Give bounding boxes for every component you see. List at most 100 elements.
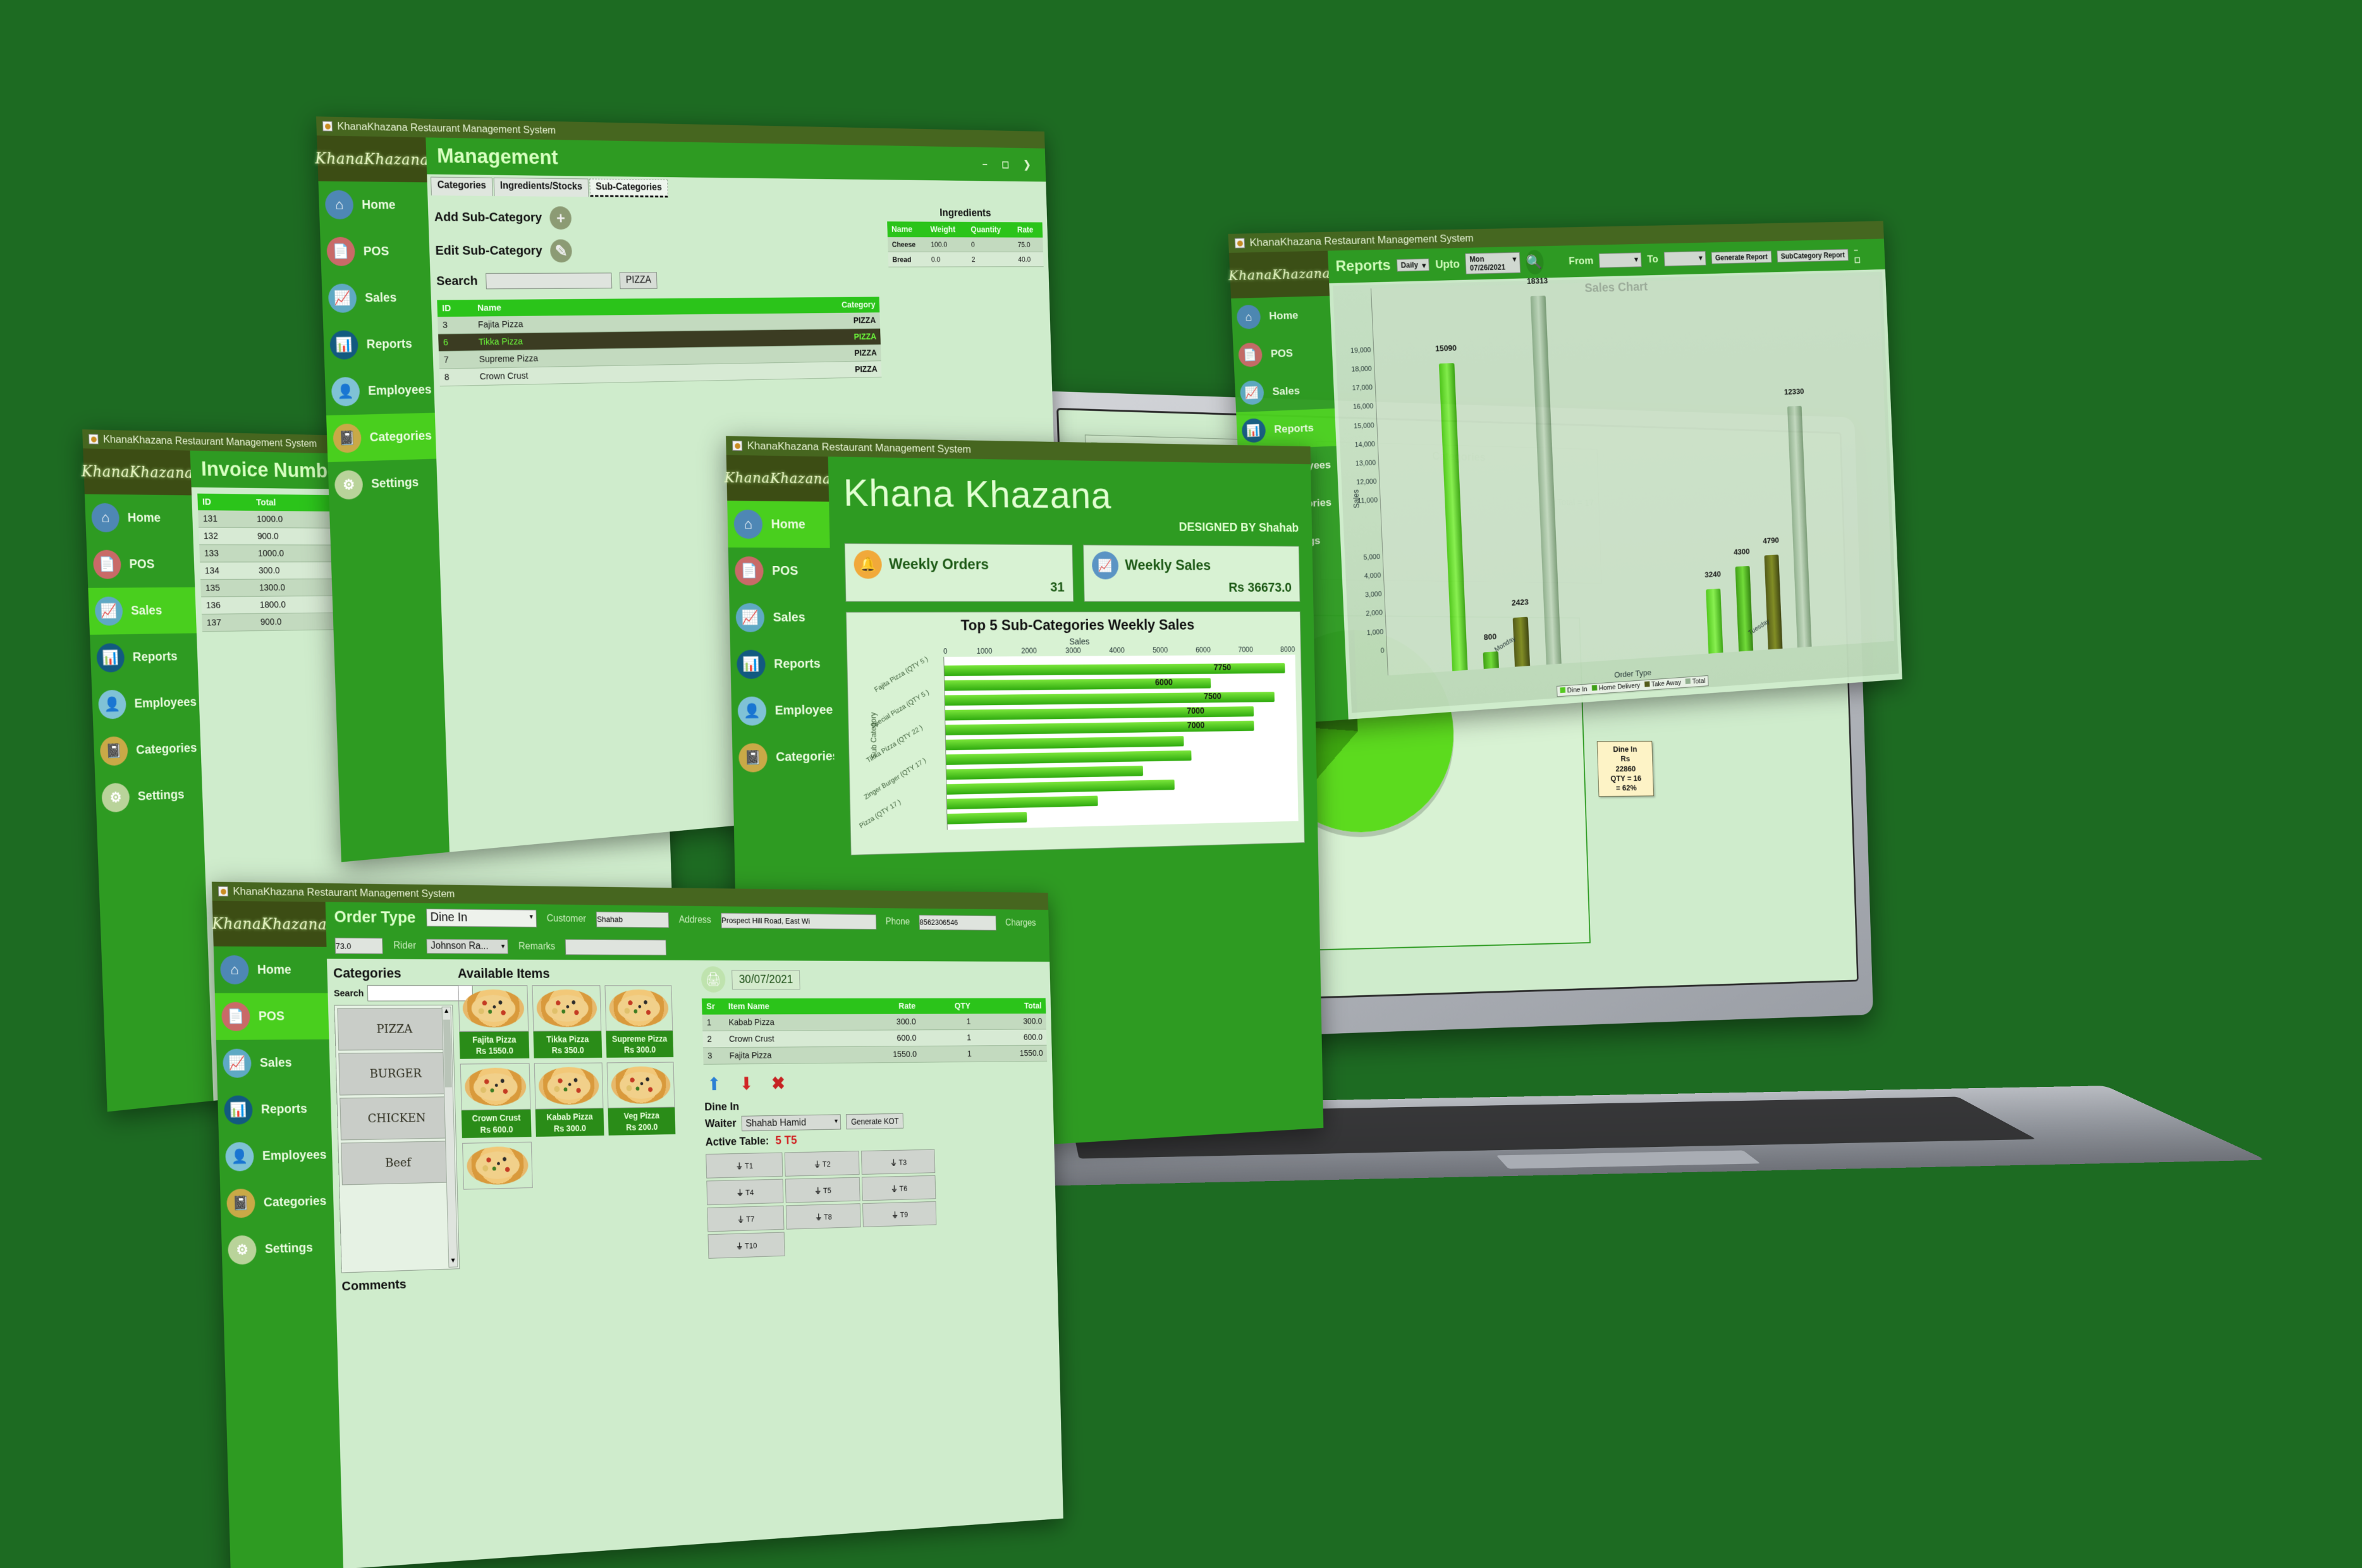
- item-card-tikka-pizza[interactable]: Tikka Pizza Rs 350.0: [532, 985, 603, 1059]
- table-button-t5[interactable]: ⏚ T5: [785, 1177, 860, 1203]
- sidebar-item-pos[interactable]: 📄 POS: [320, 228, 431, 275]
- scroll-down-arrow-icon[interactable]: ▼: [449, 1257, 457, 1267]
- table-row[interactable]: 3 Fajita Pizza 1550.0 1 1550.0: [702, 1045, 1048, 1065]
- items-grid[interactable]: Fajita Pizza Rs 1550.0 Tikka Pizza Rs 35…: [458, 985, 701, 1190]
- edit-sub-category-row[interactable]: Edit Sub-Category ✎: [435, 239, 878, 263]
- down-arrow-icon[interactable]: ⬇: [739, 1074, 753, 1094]
- sidebar-item-settings[interactable]: ⚙ Settings: [328, 459, 438, 509]
- weekly-orders-card[interactable]: 🔔 Weekly Orders 31: [844, 543, 1074, 602]
- sidebar-item-categories[interactable]: 📓 Categories: [220, 1178, 334, 1227]
- up-arrow-icon[interactable]: ⬆: [707, 1074, 721, 1095]
- sidebar-item-reports[interactable]: 📊 Reports: [730, 640, 833, 688]
- table-button-t2[interactable]: ⏚ T2: [784, 1151, 860, 1177]
- table-button-t4[interactable]: ⏚ T4: [706, 1179, 784, 1206]
- sidebar-item-reports[interactable]: 📊 Reports: [90, 633, 199, 682]
- reports-window[interactable]: KhanaKhazana Restaurant Management Syste…: [1228, 221, 1902, 727]
- upto-date-picker[interactable]: Mon 07/26/2021: [1465, 252, 1521, 274]
- sidebar-item-employees[interactable]: 👤 Employees: [92, 679, 200, 728]
- subcategory-report-button[interactable]: SubCategory Report: [1777, 248, 1849, 263]
- category-button-burger[interactable]: BURGER: [338, 1052, 453, 1096]
- sidebar-item-home[interactable]: ⌂ Home: [85, 494, 193, 541]
- sidebar-item-sales[interactable]: 📈 Sales: [321, 274, 431, 322]
- item-card-supreme-pizza[interactable]: Supreme Pizza Rs 300.0: [604, 985, 674, 1058]
- item-card-fajita-pizza[interactable]: Fajita Pizza Rs 1550.0: [458, 985, 530, 1060]
- window-controls[interactable]: – ◻ ❯: [982, 158, 1037, 171]
- weekly-sales-card[interactable]: 📈 Weekly Sales Rs 36673.0: [1082, 544, 1300, 602]
- sidebar-item-sales[interactable]: 📈 Sales: [216, 1039, 331, 1087]
- address-input[interactable]: [721, 912, 877, 929]
- sidebar-item-pos[interactable]: 📄 POS: [1233, 333, 1333, 374]
- sidebar-item-categories[interactable]: 📓 Categories: [94, 725, 202, 775]
- table-button-t1[interactable]: ⏚ T1: [706, 1152, 783, 1179]
- add-sub-category-row[interactable]: Add Sub-Category +: [434, 205, 877, 231]
- pos-sidebar[interactable]: KhanaKhazana ⌂ Home 📄 POS 📈 Sales 📊 Repo…: [212, 900, 344, 1568]
- sidebar-item-sales[interactable]: 📈 Sales: [1234, 371, 1335, 412]
- sidebar-item-home[interactable]: ⌂ Home: [214, 946, 328, 993]
- sidebar-item-categories[interactable]: 📓 Categories: [732, 733, 840, 781]
- sidebar-item-home[interactable]: ⌂ Home: [318, 181, 429, 229]
- item-card-extra[interactable]: [462, 1141, 533, 1190]
- delete-x-icon[interactable]: ✖: [771, 1074, 785, 1094]
- table-row[interactable]: 1 Kabab Pizza 300.0 1 300.0: [702, 1014, 1046, 1031]
- sub-categories-table[interactable]: ID Name Category 3 Fajita Pizza PIZZA 6 Tik…: [437, 297, 882, 386]
- sidebar-item-sales[interactable]: 📈 Sales: [729, 594, 831, 641]
- category-button-chicken[interactable]: CHICKEN: [340, 1096, 454, 1141]
- sidebar-item-reports[interactable]: 📊 Reports: [323, 321, 433, 369]
- from-date-input[interactable]: [1598, 252, 1642, 268]
- period-select[interactable]: Daily: [1396, 258, 1430, 272]
- waiter-select[interactable]: Shahab Hamid: [741, 1114, 841, 1132]
- rider-select[interactable]: Johnson Ra...: [426, 938, 509, 954]
- tab-categories[interactable]: Categories: [431, 176, 493, 197]
- order-items-table[interactable]: Sr Item Name Rate QTY Total 1 Kabab Pizza…: [701, 998, 1048, 1065]
- item-card-veg-pizza[interactable]: Veg Pizza Rs 200.0: [606, 1062, 676, 1136]
- to-date-input[interactable]: [1663, 250, 1706, 267]
- scroll-up-arrow-icon[interactable]: ▲: [443, 1007, 451, 1017]
- table-row[interactable]: Cheese 100.0 0 75.0: [887, 237, 1043, 252]
- item-card-kabab-pizza[interactable]: Kabab Pizza Rs 300.0: [534, 1062, 604, 1137]
- category-button-pizza[interactable]: PIZZA: [337, 1008, 451, 1051]
- sidebar-item-home[interactable]: ⌂ Home: [727, 500, 830, 548]
- tab-sub-categories[interactable]: Sub-Categories: [589, 178, 668, 198]
- table-button-t8[interactable]: ⏚ T8: [785, 1203, 861, 1230]
- item-card-crown-crust[interactable]: Crown Crust Rs 600.0: [460, 1063, 532, 1138]
- sidebar-item-settings[interactable]: ⚙ Settings: [95, 771, 203, 822]
- tables-grid[interactable]: ⏚ T1 ⏚ T2 ⏚ T3 ⏚ T4 ⏚ T5 ⏚ T6 ⏚ T7 ⏚ T8 …: [706, 1149, 937, 1259]
- sidebar-item-employees[interactable]: 👤 Employees: [219, 1132, 333, 1180]
- sidebar-item-pos[interactable]: 📄 POS: [87, 541, 195, 588]
- window-controls[interactable]: – ◻: [1854, 245, 1878, 265]
- sidebar-item-reports[interactable]: 📊 Reports: [1236, 408, 1337, 451]
- pos-window[interactable]: KhanaKhazana Restaurant Management Syste…: [211, 881, 1063, 1568]
- sidebar-item-categories[interactable]: 📓 Categories: [326, 412, 437, 463]
- magnifier-icon[interactable]: 🔍: [1525, 250, 1544, 275]
- order-date[interactable]: 30/07/2021: [731, 969, 800, 989]
- table-button-t6[interactable]: ⏚ T6: [862, 1175, 936, 1201]
- plus-icon[interactable]: +: [549, 206, 572, 230]
- category-list[interactable]: PIZZA BURGER CHICKEN Beef ▲ ▼: [334, 1005, 460, 1273]
- customer-input[interactable]: [596, 911, 670, 928]
- tab-ingredients-stocks[interactable]: Ingredients/Stocks: [493, 177, 589, 197]
- table-button-t3[interactable]: ⏚ T3: [861, 1149, 936, 1175]
- order-actions[interactable]: ⬆ ⬇ ✖: [707, 1070, 1048, 1095]
- remarks-input[interactable]: [565, 939, 667, 956]
- sidebar-item-employees[interactable]: 👤 Employees: [731, 687, 840, 735]
- table-row[interactable]: Bread 0.0 2 40.0: [888, 252, 1044, 267]
- sidebar-item-sales[interactable]: 📈 Sales: [88, 587, 197, 635]
- order-type-select[interactable]: Dine In: [425, 909, 537, 928]
- generate-kot-button[interactable]: Generate KOT: [846, 1113, 904, 1130]
- pencil-icon[interactable]: ✎: [549, 239, 573, 263]
- table-row[interactable]: 2 Crown Crust 600.0 1 600.0: [702, 1029, 1047, 1048]
- sidebar-item-employees[interactable]: 👤 Employees: [324, 367, 434, 415]
- sidebar-item-reports[interactable]: 📊 Reports: [217, 1086, 332, 1134]
- sidebar-item-pos[interactable]: 📄 POS: [728, 548, 831, 594]
- category-search-input[interactable]: [367, 985, 474, 1001]
- table-button-t7[interactable]: ⏚ T7: [707, 1205, 785, 1232]
- category-filter-button[interactable]: PIZZA: [619, 272, 658, 290]
- sidebar-item-settings[interactable]: ⚙ Settings: [221, 1224, 335, 1274]
- phone-input[interactable]: [919, 914, 997, 931]
- table-button-t9[interactable]: ⏚ T9: [862, 1201, 937, 1227]
- search-row[interactable]: Search PIZZA: [436, 271, 879, 290]
- sidebar-item-home[interactable]: ⌂ Home: [1231, 296, 1331, 336]
- charges-input[interactable]: [334, 938, 383, 955]
- scroll-thumb[interactable]: [443, 1019, 452, 1087]
- search-input[interactable]: [486, 273, 613, 290]
